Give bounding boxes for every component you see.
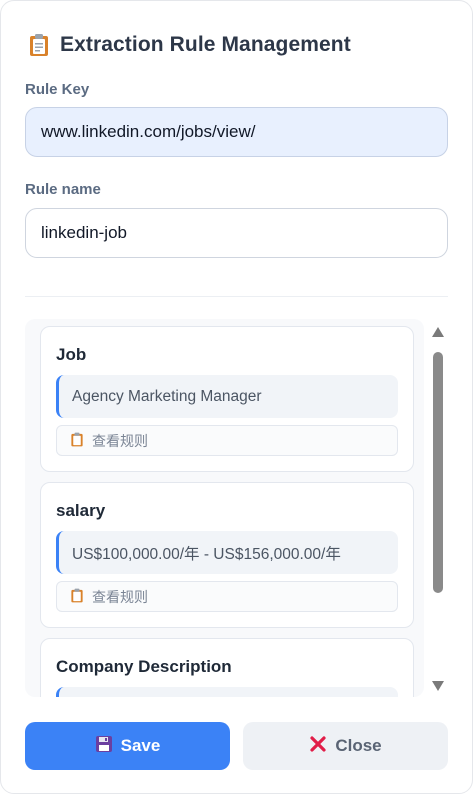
extraction-rule-panel: Extraction Rule Management Rule Key www.…: [0, 0, 473, 794]
field-value: Agency Marketing Manager: [56, 375, 398, 418]
view-rule-label: 查看规则: [92, 432, 148, 449]
field-card-salary: salary US$100,000.00/年 - US$156,000.00/年…: [40, 482, 414, 628]
field-name: salary: [56, 501, 106, 520]
rule-key-input[interactable]: www.linkedin.com/jobs/view/: [25, 107, 448, 157]
floppy-disk-icon: [95, 735, 113, 758]
field-name: Job: [56, 345, 87, 364]
scrollbar-thumb[interactable]: [433, 352, 443, 593]
save-label: Save: [120, 736, 161, 755]
save-button[interactable]: Save: [25, 722, 230, 770]
rule-key-value: www.linkedin.com/jobs/view/: [41, 122, 256, 141]
scrollbar[interactable]: [430, 319, 446, 697]
page-title: Extraction Rule Management: [60, 33, 351, 56]
close-label: Close: [335, 736, 382, 755]
view-rule-button[interactable]: 查看规则: [56, 581, 398, 612]
scroll-down-arrow-icon[interactable]: [432, 681, 444, 691]
field-name: Company Description: [56, 657, 232, 676]
rule-key-label: Rule Key: [25, 81, 90, 98]
view-rule-label: 查看规则: [92, 588, 148, 605]
rule-name-label: Rule name: [25, 181, 101, 198]
fields-scroll-area[interactable]: Job Agency Marketing Manager 查看规则 salary…: [25, 319, 424, 697]
close-icon: [309, 735, 327, 758]
clipboard-icon: [70, 588, 84, 606]
rule-name-input[interactable]: linkedin-job: [25, 208, 448, 258]
rule-name-value: linkedin-job: [41, 223, 127, 242]
field-value: [56, 687, 398, 697]
field-value-text: US$100,000.00/年 - US$156,000.00/年: [72, 545, 341, 563]
close-button[interactable]: Close: [243, 722, 448, 770]
header: Extraction Rule Management: [28, 31, 351, 59]
view-rule-button[interactable]: 查看规则: [56, 425, 398, 456]
divider: [25, 296, 448, 297]
field-card-company-description: Company Description: [40, 638, 414, 697]
clipboard-icon: [28, 33, 50, 57]
field-card-job: Job Agency Marketing Manager 查看规则: [40, 326, 414, 472]
scroll-up-arrow-icon[interactable]: [432, 327, 444, 337]
field-value-text: Agency Marketing Manager: [72, 387, 262, 405]
field-value: US$100,000.00/年 - US$156,000.00/年: [56, 531, 398, 574]
clipboard-icon: [70, 432, 84, 450]
